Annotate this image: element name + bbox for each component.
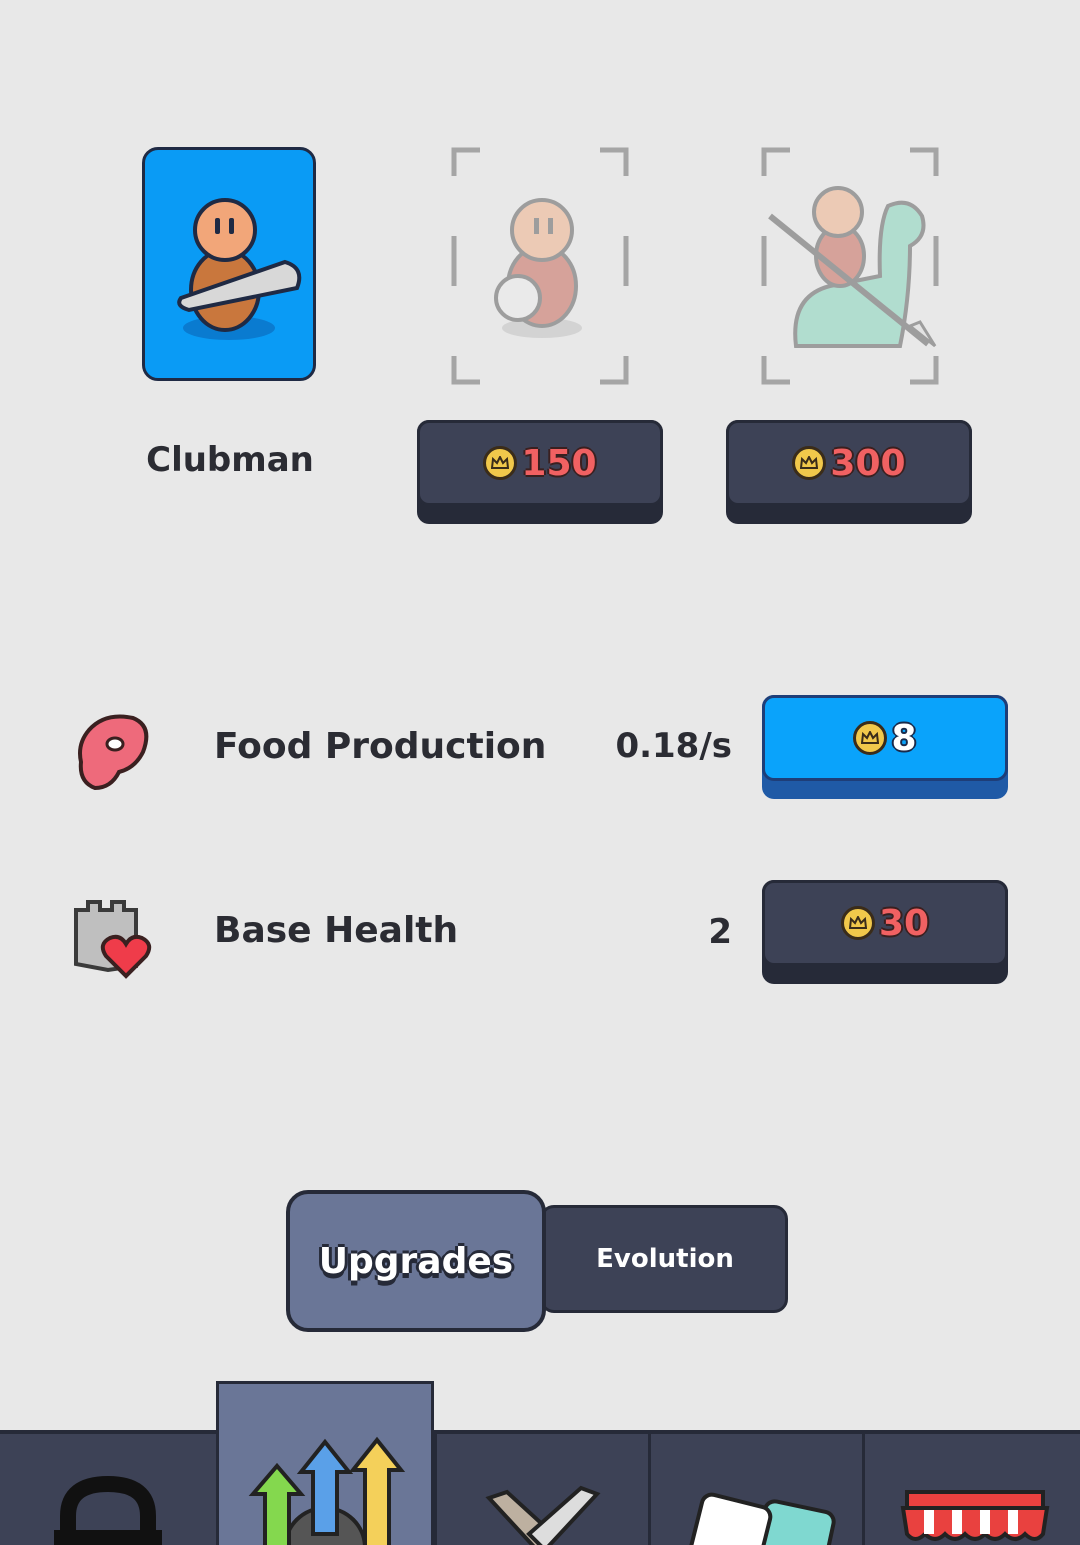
lock-icon	[54, 1475, 162, 1545]
upgrade-label-food: Food Production	[214, 726, 547, 767]
upgrade-label-health: Base Health	[214, 910, 459, 951]
tab-upgrades-label: Upgrades	[318, 1240, 514, 1282]
unit-card-clubman[interactable]	[142, 147, 316, 381]
cards-icon	[687, 1492, 836, 1545]
price-label: 300	[830, 442, 906, 484]
unit-card-locked-1[interactable]	[450, 146, 630, 386]
price-label: 150	[521, 442, 597, 484]
crossed-swords-icon	[485, 1485, 601, 1545]
price-label: 8	[891, 717, 917, 759]
upgrade-food-button[interactable]: 8	[762, 695, 1008, 799]
nav-upgrades[interactable]	[216, 1381, 434, 1545]
price-label: 30	[878, 902, 930, 944]
unit-name: Clubman	[146, 440, 314, 480]
upgrade-health-button[interactable]: 30	[762, 880, 1008, 984]
meat-icon	[78, 714, 149, 791]
upgrade-arrows-icon	[248, 1436, 406, 1545]
buy-unit-button-300[interactable]: 300	[726, 420, 972, 524]
tab-upgrades[interactable]: Upgrades	[286, 1190, 546, 1332]
upgrade-value-health: 2	[708, 912, 732, 952]
buy-unit-button-150[interactable]: 150	[417, 420, 663, 524]
crown-coin-icon	[792, 446, 827, 480]
nav-shop[interactable]	[862, 1430, 1080, 1545]
unit-card-locked-2[interactable]	[760, 146, 940, 386]
crown-coin-icon	[840, 906, 875, 940]
castle-heart-icon	[74, 900, 152, 979]
shop-awning-icon	[900, 1490, 1050, 1541]
slinger-icon	[451, 147, 629, 385]
tab-evolution[interactable]: Evolution	[545, 1205, 785, 1313]
nav-battle[interactable]	[434, 1430, 648, 1545]
upgrade-value-food: 0.18/s	[615, 726, 732, 766]
nav-cards[interactable]	[648, 1430, 862, 1545]
dino-rider-icon	[761, 147, 939, 385]
clubman-icon	[177, 198, 302, 340]
nav-lock[interactable]	[0, 1430, 216, 1545]
crown-coin-icon	[483, 446, 518, 480]
crown-coin-icon	[853, 721, 888, 755]
